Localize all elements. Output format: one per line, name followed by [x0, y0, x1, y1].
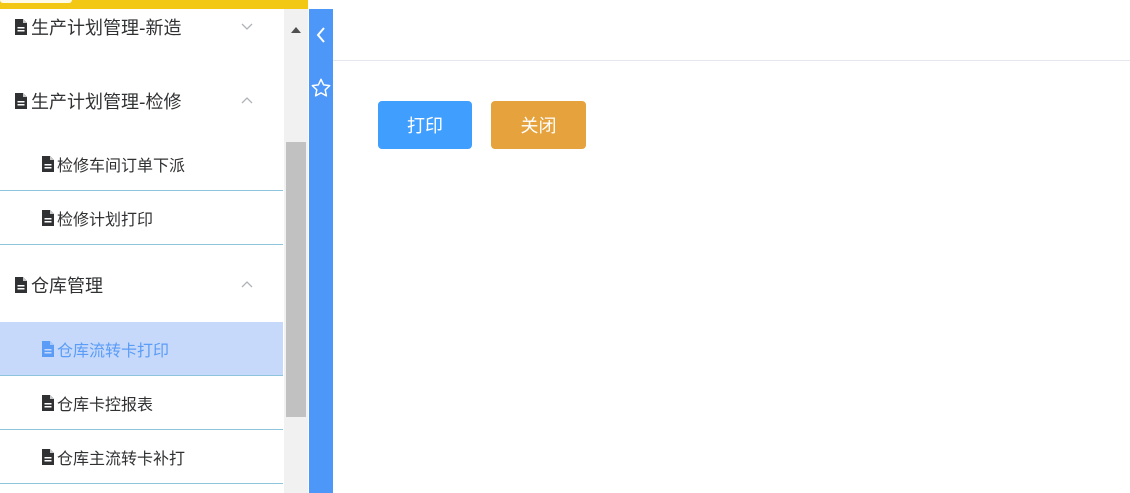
menu-item-label: 仓库流转卡打印 — [57, 340, 170, 360]
scrollbar-thumb[interactable] — [286, 142, 306, 417]
star-outline-icon[interactable] — [309, 74, 333, 102]
menu-item-warehouse-card-reprint[interactable]: 仓库主流转卡补打 — [0, 430, 283, 484]
chevron-left-icon[interactable] — [309, 21, 333, 49]
close-button[interactable]: 关闭 — [491, 101, 586, 149]
menu-group-new-build[interactable]: 生产计划管理-新造 — [0, 9, 284, 47]
tab-indicator — [0, 0, 72, 3]
menu-item-warehouse-card-print[interactable]: 仓库流转卡打印 — [0, 322, 283, 376]
menu-group-label: 生产计划管理-新造 — [31, 18, 182, 39]
header-divider — [333, 60, 1130, 61]
chevron-down-icon — [241, 23, 253, 30]
menu-group-maintenance[interactable]: 生产计划管理-检修 — [0, 76, 284, 126]
print-button[interactable]: 打印 — [378, 101, 472, 149]
document-icon — [42, 209, 54, 226]
menu-item-label: 仓库卡控报表 — [57, 394, 154, 414]
menu-item-label: 检修计划打印 — [57, 209, 154, 229]
menu-item-label: 仓库主流转卡补打 — [57, 448, 186, 468]
menu-item-warehouse-control-report[interactable]: 仓库卡控报表 — [0, 376, 283, 430]
sidebar-menu: 生产计划管理-新造 生产计划管理-检修 检修车间订单下派 检修计划打印 仓库管理… — [0, 9, 284, 493]
menu-item-maintenance-order-dispatch[interactable]: 检修车间订单下派 — [0, 137, 283, 191]
document-icon — [15, 19, 27, 35]
document-icon — [42, 394, 54, 411]
menu-group-label: 生产计划管理-检修 — [31, 92, 182, 113]
document-icon — [15, 277, 27, 293]
document-icon — [42, 155, 54, 172]
document-icon — [15, 93, 27, 109]
app-window: 生产计划管理-新造 生产计划管理-检修 检修车间订单下派 检修计划打印 仓库管理… — [0, 0, 1130, 493]
chevron-up-icon — [241, 97, 253, 104]
sidebar-scrollbar[interactable] — [284, 9, 308, 493]
sidebar-collapse-rail — [309, 9, 333, 493]
scroll-up-arrow-icon[interactable] — [284, 15, 308, 45]
document-icon — [42, 448, 54, 465]
menu-item-label: 检修车间订单下派 — [57, 155, 186, 175]
menu-item-maintenance-plan-print[interactable]: 检修计划打印 — [0, 191, 283, 245]
menu-group-label: 仓库管理 — [31, 276, 103, 297]
main-content: 打印 关闭 — [333, 0, 1130, 493]
menu-group-warehouse[interactable]: 仓库管理 — [0, 260, 284, 310]
chevron-up-icon — [241, 281, 253, 288]
document-icon — [42, 340, 54, 357]
